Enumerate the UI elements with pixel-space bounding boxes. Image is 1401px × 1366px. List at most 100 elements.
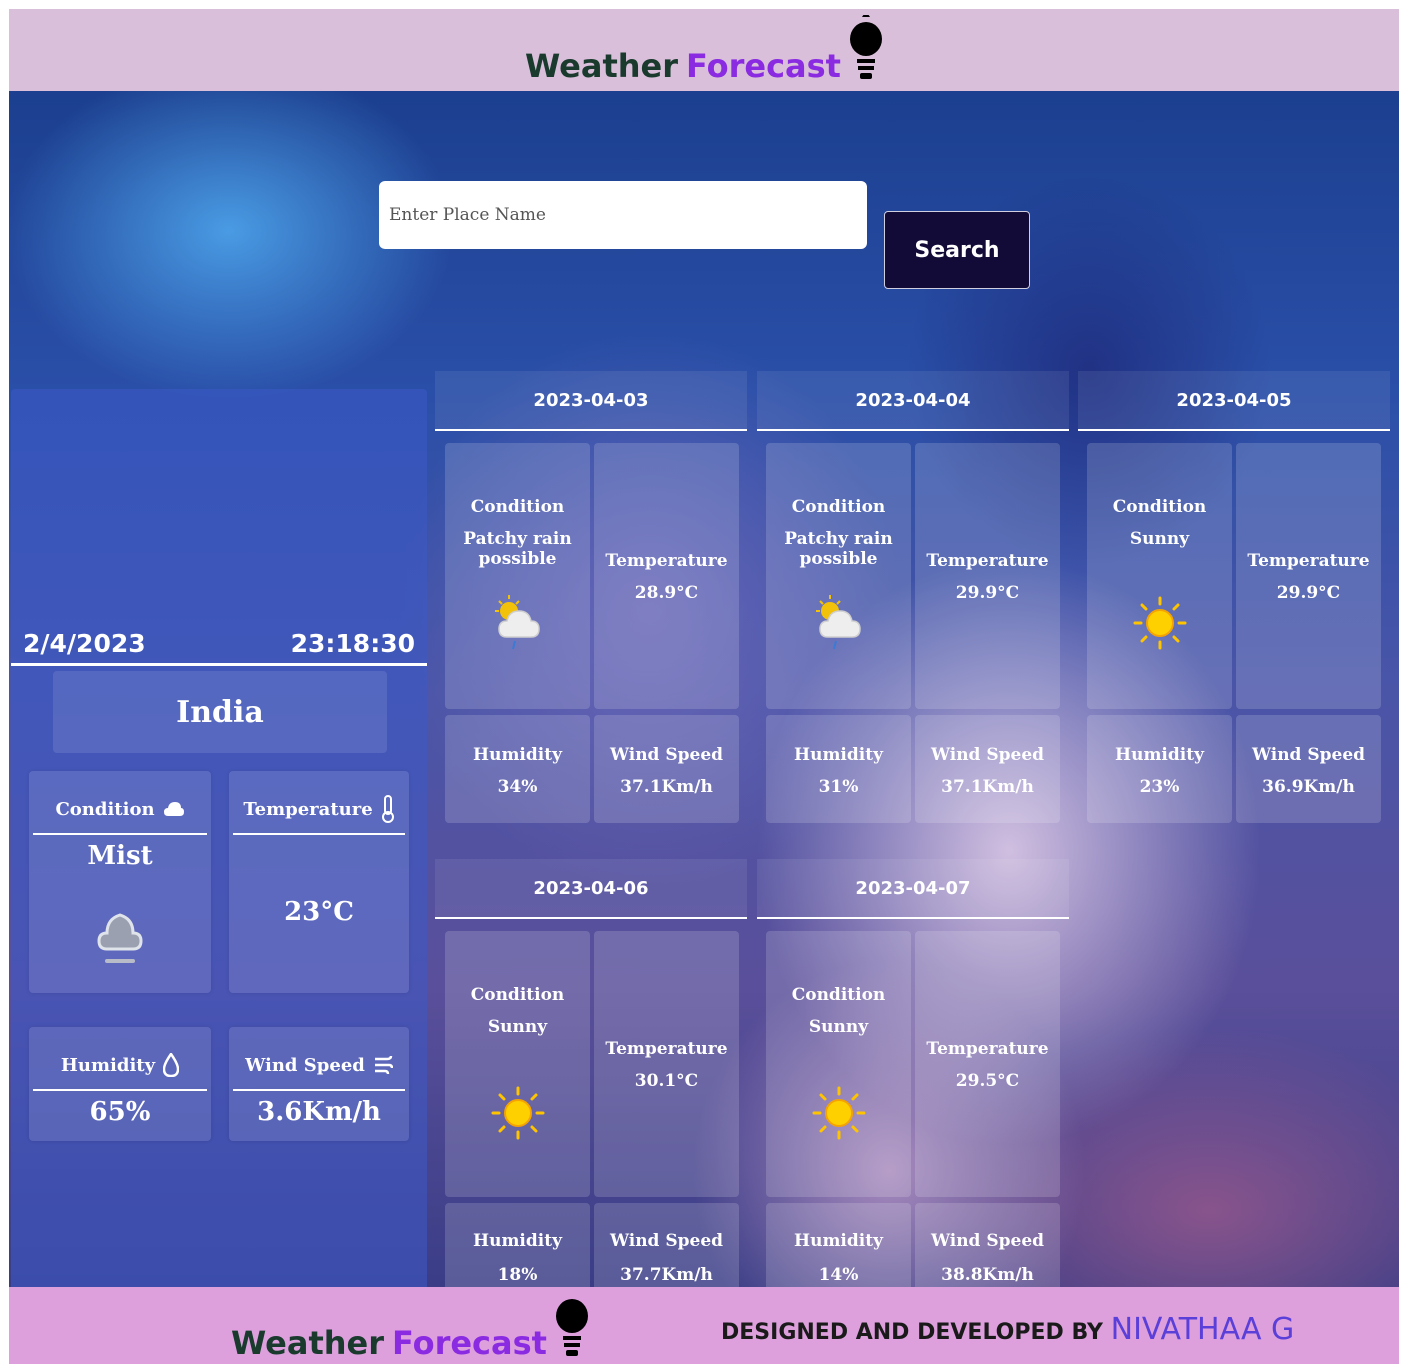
forecast-5-humidity-label: Humidity bbox=[794, 1231, 883, 1251]
forecast-5-temperature-cell: Temperature 29.5°C bbox=[915, 931, 1060, 1197]
forecast-3-humidity-value: 23% bbox=[1139, 777, 1180, 797]
current-time: 23:18:30 bbox=[290, 629, 415, 658]
forecast-5-temperature-label: Temperature bbox=[926, 1039, 1049, 1059]
forecast-3-wind-value: 36.9Km/h bbox=[1262, 777, 1355, 797]
forecast-2-wind-cell: Wind Speed 37.1Km/h bbox=[915, 715, 1060, 823]
footer-credit: DESIGNED AND DEVELOPED BY NIVATHAA G bbox=[721, 1312, 1294, 1347]
forecast-date-5: 2023-04-07 bbox=[757, 859, 1069, 919]
thermometer-icon bbox=[381, 795, 394, 823]
footer-brand-word-forecast: Forecast bbox=[392, 1324, 547, 1362]
current-condition-value: Mist bbox=[87, 841, 153, 871]
forecast-5-wind-label: Wind Speed bbox=[930, 1231, 1045, 1251]
current-wind-value: 3.6Km/h bbox=[257, 1097, 381, 1127]
forecast-3-wind-label: Wind Speed bbox=[1251, 745, 1366, 765]
current-wind-header: Wind Speed bbox=[233, 1041, 405, 1091]
brand-word-weather: Weather bbox=[525, 47, 679, 85]
current-condition-label: Condition bbox=[55, 798, 155, 820]
current-temperature-tile: Temperature 23°C bbox=[229, 771, 409, 993]
sun-icon bbox=[1133, 596, 1187, 650]
forecast-2-temperature-cell: Temperature 29.9°C bbox=[915, 443, 1060, 709]
forecast-5-temperature-value: 29.5°C bbox=[955, 1071, 1020, 1091]
forecast-3-humidity-label: Humidity bbox=[1115, 745, 1204, 765]
forecast-1-temperature-value: 28.9°C bbox=[634, 583, 699, 603]
forecast-2-temperature-value: 29.9°C bbox=[955, 583, 1020, 603]
partly-cloudy-rain-icon bbox=[495, 595, 540, 650]
current-weather-panel: 2/4/2023 23:18:30 India Condition Mist T… bbox=[11, 389, 427, 1335]
forecast-4-temperature-value: 30.1°C bbox=[634, 1071, 699, 1091]
header: Weather Forecast bbox=[9, 9, 1399, 91]
forecast-1-wind-value: 37.1Km/h bbox=[620, 777, 713, 797]
forecast-1-wind-cell: Wind Speed 37.1Km/h bbox=[594, 715, 739, 823]
footer-brand: Weather Forecast bbox=[231, 1292, 589, 1362]
current-humidity-value: 65% bbox=[89, 1097, 151, 1127]
forecast-2-wind-label: Wind Speed bbox=[930, 745, 1045, 765]
forecast-2-temperature-label: Temperature bbox=[926, 551, 1049, 571]
forecast-3-condition-value: Sunny bbox=[1129, 529, 1190, 549]
forecast-3-humidity-cell: Humidity 23% bbox=[1087, 715, 1232, 823]
forecast-2-humidity-label: Humidity bbox=[794, 745, 883, 765]
wind-icon bbox=[374, 1055, 393, 1075]
credit-prefix: DESIGNED AND DEVELOPED BY bbox=[721, 1320, 1103, 1345]
forecast-5-condition-label: Condition bbox=[791, 985, 886, 1005]
sun-icon bbox=[812, 1086, 866, 1140]
current-place: India bbox=[53, 671, 387, 753]
footer: Weather Forecast DESIGNED AND DEVELOPED … bbox=[9, 1287, 1399, 1364]
droplet-icon bbox=[163, 1053, 180, 1077]
mist-icon bbox=[97, 913, 143, 963]
partly-cloudy-rain-icon bbox=[816, 595, 861, 650]
footer-brand-word-weather: Weather bbox=[231, 1324, 385, 1362]
forecast-1-condition-label: Condition bbox=[470, 497, 565, 517]
forecast-3-temperature-value: 29.9°C bbox=[1276, 583, 1341, 603]
forecast-5-humidity-value: 14% bbox=[818, 1265, 859, 1285]
current-humidity-label: Humidity bbox=[60, 1054, 156, 1076]
forecast-4-wind-label: Wind Speed bbox=[609, 1231, 724, 1251]
forecast-date-2: 2023-04-04 bbox=[757, 371, 1069, 431]
forecast-4-condition-label: Condition bbox=[470, 985, 565, 1005]
brand-word-forecast: Forecast bbox=[686, 47, 841, 85]
forecast-1-condition-cell: Condition Patchy rain possible bbox=[445, 443, 590, 709]
forecast-5-condition-value: Sunny bbox=[808, 1017, 869, 1037]
forecast-3-temperature-cell: Temperature 29.9°C bbox=[1236, 443, 1381, 709]
forecast-4-temperature-label: Temperature bbox=[605, 1039, 728, 1059]
lightbulb-icon bbox=[555, 1299, 588, 1356]
forecast-3-wind-cell: Wind Speed 36.9Km/h bbox=[1236, 715, 1381, 823]
forecast-2-humidity-value: 31% bbox=[818, 777, 859, 797]
forecast-2-humidity-cell: Humidity 31% bbox=[766, 715, 911, 823]
app-frame: Weather Forecast Search 2/4/2023 23:18:3… bbox=[9, 9, 1399, 1364]
current-wind-tile: Wind Speed 3.6Km/h bbox=[229, 1027, 409, 1141]
forecast-4-humidity-label: Humidity bbox=[473, 1231, 562, 1251]
current-humidity-header: Humidity bbox=[33, 1041, 207, 1091]
place-search-input[interactable] bbox=[379, 181, 867, 249]
forecast-4-temperature-cell: Temperature 30.1°C bbox=[594, 931, 739, 1197]
current-wind-label: Wind Speed bbox=[245, 1054, 365, 1076]
current-humidity-tile: Humidity 65% bbox=[29, 1027, 211, 1141]
sky-background: Search 2/4/2023 23:18:30 India Condition… bbox=[9, 91, 1399, 1335]
forecast-5-wind-value: 38.8Km/h bbox=[941, 1265, 1034, 1285]
current-temperature-label: Temperature bbox=[243, 798, 373, 820]
forecast-1-humidity-value: 34% bbox=[497, 777, 538, 797]
lightbulb-icon bbox=[849, 15, 882, 79]
forecast-1-humidity-cell: Humidity 34% bbox=[445, 715, 590, 823]
forecast-date-3: 2023-04-05 bbox=[1078, 371, 1390, 431]
forecast-4-condition-cell: Condition Sunny bbox=[445, 931, 590, 1197]
forecast-1-temperature-label: Temperature bbox=[605, 551, 728, 571]
forecast-1-condition-value: Patchy rain possible bbox=[463, 529, 572, 569]
forecast-3-condition-cell: Condition Sunny bbox=[1087, 443, 1232, 709]
forecast-2-condition-value: Patchy rain possible bbox=[784, 529, 893, 569]
forecast-date-1: 2023-04-03 bbox=[435, 371, 747, 431]
forecast-2-wind-value: 37.1Km/h bbox=[941, 777, 1034, 797]
forecast-1-temperature-cell: Temperature 28.9°C bbox=[594, 443, 739, 709]
forecast-2-condition-cell: Condition Patchy rain possible bbox=[766, 443, 911, 709]
forecast-date-4: 2023-04-06 bbox=[435, 859, 747, 919]
sun-icon bbox=[491, 1086, 545, 1140]
cloud-icon bbox=[163, 802, 184, 816]
current-condition-tile: Condition Mist bbox=[29, 771, 211, 993]
search-button[interactable]: Search bbox=[884, 211, 1030, 289]
current-date: 2/4/2023 bbox=[23, 629, 146, 658]
current-temperature-value: 23°C bbox=[284, 897, 354, 927]
forecast-3-temperature-label: Temperature bbox=[1247, 551, 1370, 571]
forecast-1-wind-label: Wind Speed bbox=[609, 745, 724, 765]
forecast-5-condition-cell: Condition Sunny bbox=[766, 931, 911, 1197]
current-temperature-header: Temperature bbox=[233, 785, 405, 835]
forecast-4-condition-value: Sunny bbox=[487, 1017, 548, 1037]
